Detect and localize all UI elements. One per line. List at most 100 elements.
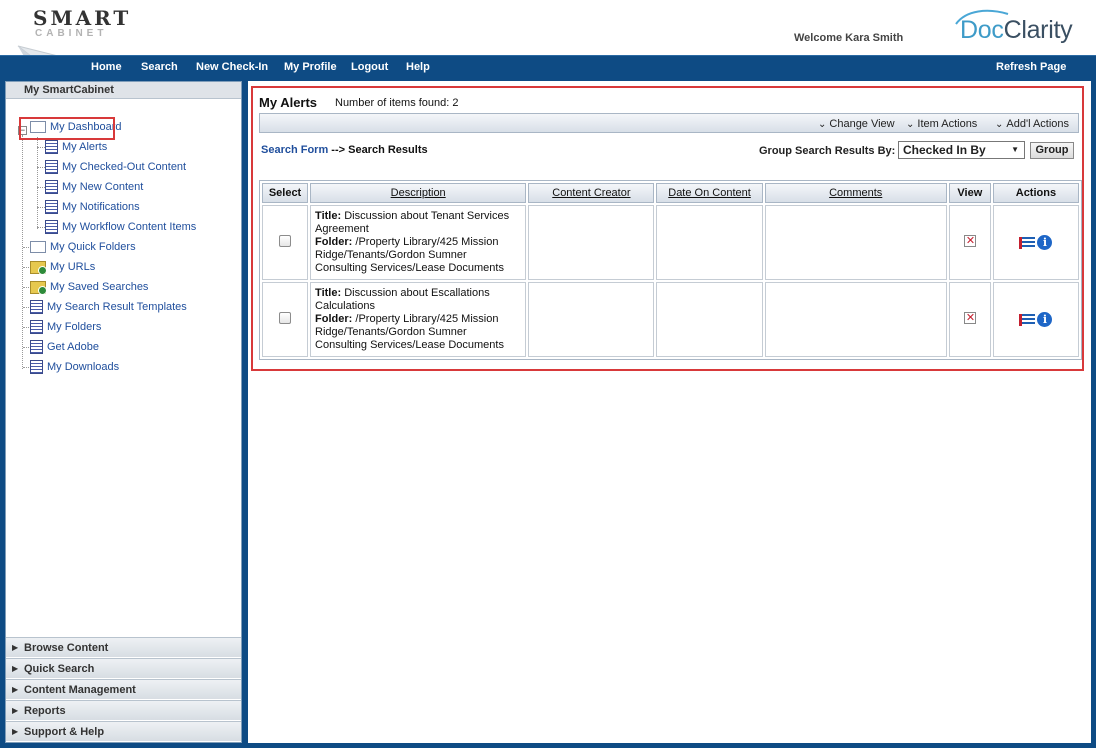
row-date-on-content — [656, 205, 763, 280]
nav-logout[interactable]: Logout — [351, 61, 388, 73]
column-header-comments[interactable]: Comments — [764, 183, 947, 203]
item-actions-list-icon[interactable] — [1019, 313, 1036, 326]
page-icon — [45, 140, 58, 154]
info-icon[interactable]: i — [1037, 235, 1053, 250]
column-header-date-on-content[interactable]: Date On Content — [656, 183, 763, 203]
item-count: Number of items found: 2 — [335, 97, 459, 109]
logo-cabinet-text: CABINET — [35, 28, 108, 39]
docclarity-logo: DocClarity — [952, 8, 1087, 48]
sidebar-item-label: My Quick Folders — [50, 241, 136, 253]
group-button[interactable]: Group — [1030, 142, 1074, 159]
group-by-select[interactable]: Checked In By — [898, 141, 1025, 159]
brand-doc-text: Doc — [960, 16, 1004, 44]
page-icon — [30, 300, 43, 314]
logo-smart-text: SMART — [33, 6, 132, 30]
addl-actions-menu[interactable]: Add'l Actions — [995, 118, 1069, 130]
sidebar: My SmartCabinet − My Dashboard My Alerts… — [5, 81, 242, 743]
change-view-menu[interactable]: Change View — [818, 118, 894, 130]
item-actions-list-icon[interactable] — [1019, 236, 1036, 249]
table-row: Title: Discussion about Tenant Services … — [262, 205, 1079, 280]
sidebar-item-label: My URLs — [50, 261, 96, 273]
nav-new-check-in[interactable]: New Check-In — [196, 61, 268, 73]
page-icon — [45, 160, 58, 174]
sidebar-item-label: My Notifications — [62, 201, 140, 213]
sidebar-item-label: My Alerts — [62, 141, 108, 153]
row-title: Discussion about Escallations Calculatio… — [315, 287, 490, 312]
welcome-text: Welcome Kara Smith — [794, 32, 904, 44]
sidebar-title: My SmartCabinet — [6, 82, 241, 99]
folder-link-icon — [30, 260, 47, 275]
panel-quick-search[interactable]: Quick Search — [6, 658, 241, 678]
column-header-view: View — [948, 183, 991, 203]
group-by-label: Group Search Results By: — [759, 145, 896, 157]
sidebar-item-label: My New Content — [62, 181, 144, 193]
sidebar-item-label: My Downloads — [47, 361, 120, 373]
row-description: Title: Discussion about Escallations Cal… — [310, 282, 527, 357]
sidebar-item-my-notifications[interactable]: My Notifications — [45, 199, 140, 215]
main-panel: My Alerts Number of items found: 2 Chang… — [248, 81, 1091, 743]
column-header-content-creator[interactable]: Content Creator — [528, 183, 655, 203]
nav-my-profile[interactable]: My Profile — [284, 61, 337, 73]
refresh-page-link[interactable]: Refresh Page — [996, 61, 1066, 73]
page-icon — [45, 180, 58, 194]
row-content-creator — [528, 282, 655, 357]
table-row: Title: Discussion about Escallations Cal… — [262, 282, 1079, 357]
highlight-my-alerts — [19, 117, 115, 140]
sidebar-item-my-saved-searches[interactable]: My Saved Searches — [30, 279, 148, 295]
row-comments — [764, 282, 947, 357]
brand-clarity-text: Clarity — [1003, 16, 1073, 44]
item-actions-menu[interactable]: Item Actions — [906, 118, 977, 130]
search-form-link[interactable]: Search Form — [261, 144, 328, 156]
folder-search-icon — [30, 280, 47, 295]
sidebar-item-my-folders[interactable]: My Folders — [30, 319, 101, 335]
row-select-checkbox[interactable] — [279, 235, 292, 247]
sidebar-item-label: Get Adobe — [47, 341, 99, 353]
info-icon[interactable]: i — [1037, 312, 1053, 327]
page-icon — [30, 360, 43, 374]
column-header-select: Select — [262, 183, 309, 203]
table-header-row: Select Description Content Creator Date … — [262, 183, 1079, 203]
sidebar-item-label: My Workflow Content Items — [62, 221, 197, 233]
results-table: Select Description Content Creator Date … — [259, 180, 1082, 360]
view-document-icon[interactable] — [963, 311, 976, 324]
row-title: Discussion about Tenant Services Agreeme… — [315, 210, 510, 235]
sidebar-item-my-alerts[interactable]: My Alerts — [45, 139, 107, 155]
view-document-icon[interactable] — [963, 234, 976, 247]
sidebar-item-my-workflow-content-items[interactable]: My Workflow Content Items — [45, 219, 196, 235]
sidebar-item-get-adobe[interactable]: Get Adobe — [30, 339, 99, 355]
nav-help[interactable]: Help — [406, 61, 430, 73]
sidebar-item-label: My Search Result Templates — [47, 301, 187, 313]
top-nav-bar: Home Search New Check-In My Profile Logo… — [0, 55, 1096, 79]
breadcrumb-current: --> Search Results — [328, 144, 428, 156]
page-icon — [30, 320, 43, 334]
sidebar-item-my-checked-out-content[interactable]: My Checked-Out Content — [45, 159, 186, 175]
action-bar: Change View Item Actions Add'l Actions — [259, 113, 1079, 133]
row-comments — [764, 205, 947, 280]
sidebar-item-label: My Checked-Out Content — [62, 161, 187, 173]
column-header-actions: Actions — [992, 183, 1079, 203]
breadcrumb: Search Form --> Search Results — [261, 144, 428, 156]
page-icon — [45, 220, 58, 234]
row-content-creator — [528, 205, 655, 280]
row-date-on-content — [656, 282, 763, 357]
nav-home[interactable]: Home — [91, 61, 122, 73]
panel-support-help[interactable]: Support & Help — [6, 721, 241, 741]
row-select-checkbox[interactable] — [279, 312, 292, 324]
column-header-description[interactable]: Description — [310, 183, 527, 203]
sidebar-item-my-urls[interactable]: My URLs — [30, 259, 95, 275]
alerts-panel: My Alerts Number of items found: 2 Chang… — [251, 86, 1084, 371]
sidebar-item-my-new-content[interactable]: My New Content — [45, 179, 143, 195]
page-icon — [30, 340, 43, 354]
sidebar-item-my-search-result-templates[interactable]: My Search Result Templates — [30, 299, 187, 315]
sidebar-item-my-quick-folders[interactable]: My Quick Folders — [30, 239, 136, 255]
sidebar-item-my-downloads[interactable]: My Downloads — [30, 359, 119, 375]
folder-open-icon — [30, 241, 46, 253]
nav-search[interactable]: Search — [141, 61, 178, 73]
panel-browse-content[interactable]: Browse Content — [6, 637, 241, 657]
row-description: Title: Discussion about Tenant Services … — [310, 205, 527, 280]
panel-reports[interactable]: Reports — [6, 700, 241, 720]
sidebar-item-label: My Folders — [47, 321, 102, 333]
panel-content-management[interactable]: Content Management — [6, 679, 241, 699]
page-title: My Alerts — [259, 95, 318, 110]
sidebar-item-label: My Saved Searches — [50, 281, 149, 293]
